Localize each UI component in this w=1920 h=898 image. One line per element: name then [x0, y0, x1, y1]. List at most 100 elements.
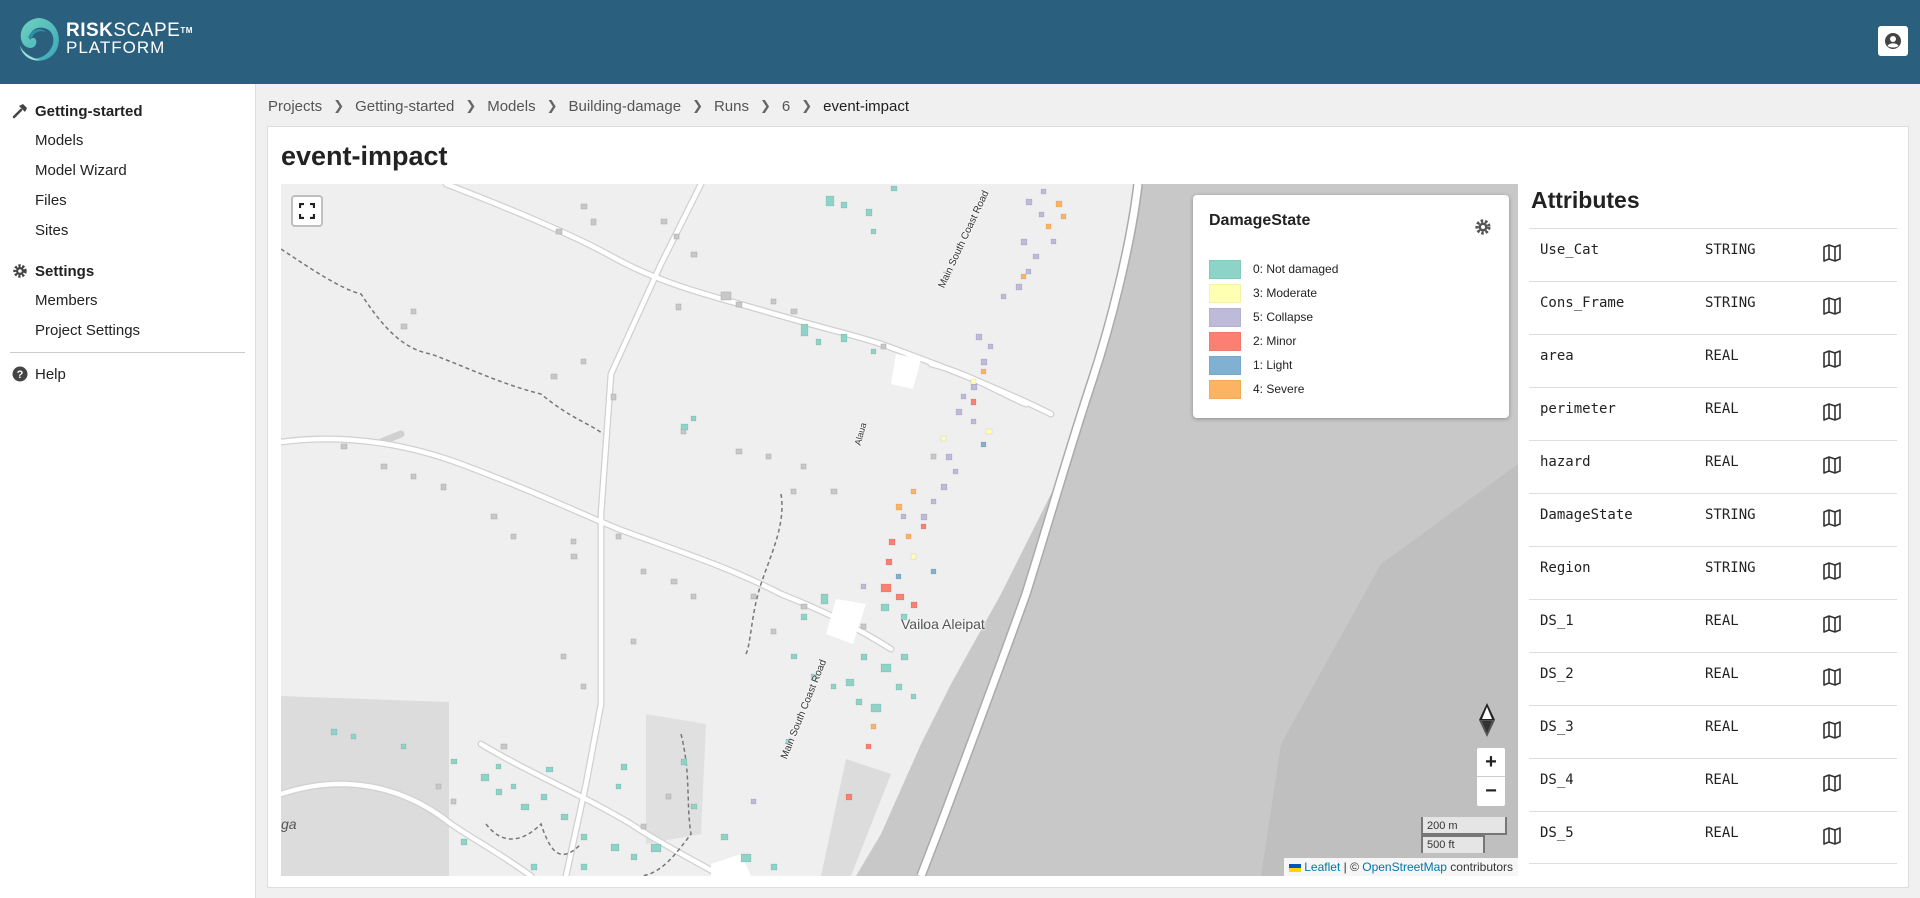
sidebar-section-settings[interactable]: Settings: [0, 256, 255, 286]
legend-entry: 5: Collapse: [1209, 305, 1338, 329]
attribute-type: STRING: [1705, 507, 1822, 523]
map-edge-label: ga: [281, 816, 297, 832]
legend-entry: 2: Minor: [1209, 329, 1338, 353]
leaflet-link[interactable]: Leaflet: [1304, 860, 1340, 874]
breadcrumb-projects[interactable]: Projects: [268, 98, 322, 115]
sidebar-divider: [10, 352, 245, 353]
place-label: Vailoa Aleipat: [901, 616, 985, 632]
chevron-right-icon: ❯: [692, 98, 703, 114]
attribute-type: STRING: [1705, 560, 1822, 576]
sidebar-item-files[interactable]: Files: [0, 186, 255, 216]
attribute-type: STRING: [1705, 242, 1822, 258]
attribute-name: perimeter: [1529, 401, 1705, 417]
openstreetmap-link[interactable]: OpenStreetMap: [1362, 860, 1447, 874]
attribute-row: RegionSTRING: [1529, 546, 1897, 599]
attribute-name: DS_3: [1529, 719, 1705, 735]
user-menu-button[interactable]: [1878, 26, 1908, 56]
logo-trademark: TM: [180, 26, 193, 35]
map-attribution: Leaflet | © OpenStreetMap contributors: [1284, 858, 1518, 876]
legend-swatch: [1209, 332, 1241, 351]
legend-list: 0: Not damaged 3: Moderate 5: Collapse 2: M…: [1209, 257, 1338, 401]
sidebar-item-help[interactable]: ? Help: [0, 359, 255, 389]
attribute-name: DamageState: [1529, 507, 1705, 523]
attribute-row: DamageStateSTRING: [1529, 493, 1897, 546]
breadcrumb-runs[interactable]: Runs: [714, 98, 749, 115]
sidebar-item-models[interactable]: Models: [0, 126, 255, 156]
attribute-row: DS_1REAL: [1529, 599, 1897, 652]
breadcrumb-current: event-impact: [823, 98, 909, 115]
page-title: event-impact: [281, 141, 448, 172]
sidebar-section-project[interactable]: Getting-started: [0, 96, 255, 126]
chevron-right-icon: ❯: [547, 98, 558, 114]
style-map-by-attribute-map-icon[interactable]: [1822, 509, 1842, 527]
style-map-by-attribute-map-icon[interactable]: [1822, 244, 1842, 262]
sidebar-item-sites[interactable]: Sites: [0, 216, 255, 246]
legend-entry: 0: Not damaged: [1209, 257, 1338, 281]
style-map-by-attribute-map-icon[interactable]: [1822, 774, 1842, 792]
attribute-row: DS_3REAL: [1529, 705, 1897, 758]
style-map-by-attribute-map-icon[interactable]: [1822, 403, 1842, 421]
style-map-by-attribute-map-icon[interactable]: [1822, 350, 1842, 368]
attribute-type: REAL: [1705, 719, 1822, 735]
breadcrumb-models[interactable]: Models: [487, 98, 535, 115]
north-arrow-icon[interactable]: [1479, 703, 1495, 737]
attribute-type: REAL: [1705, 825, 1822, 841]
legend-entry: 4: Severe: [1209, 377, 1338, 401]
legend-title: DamageState: [1209, 212, 1310, 230]
riskscape-logo[interactable]: RISKSCAPETM PLATFORM: [14, 16, 204, 66]
attribute-type: STRING: [1705, 295, 1822, 311]
chevron-right-icon: ❯: [801, 98, 812, 114]
style-map-by-attribute-map-icon[interactable]: [1822, 562, 1842, 580]
fullscreen-button[interactable]: [291, 195, 323, 227]
attribute-row: DS_5REAL: [1529, 811, 1897, 864]
breadcrumb: Projects ❯ Getting-started ❯ Models ❯ Bu…: [268, 95, 909, 117]
legend-label: 2: Minor: [1253, 334, 1296, 348]
attribute-name: DS_5: [1529, 825, 1705, 841]
attribute-name: DS_2: [1529, 666, 1705, 682]
breadcrumb-project[interactable]: Getting-started: [355, 98, 454, 115]
legend-panel: DamageState 0: Not damaged 3: Moderate 5: …: [1193, 195, 1509, 418]
help-icon: ?: [12, 366, 28, 382]
style-map-by-attribute-map-icon[interactable]: [1822, 297, 1842, 315]
legend-label: 0: Not damaged: [1253, 262, 1338, 276]
chevron-right-icon: ❯: [333, 98, 344, 114]
attribute-row: Cons_FrameSTRING: [1529, 281, 1897, 334]
legend-label: 1: Light: [1253, 358, 1292, 372]
attributes-panel: Attributes Use_CatSTRINGCons_FrameSTRING…: [1529, 184, 1897, 864]
map-view[interactable]: Main South Coast Road Main South Coast R…: [281, 184, 1518, 876]
legend-swatch: [1209, 380, 1241, 399]
style-map-by-attribute-map-icon[interactable]: [1822, 615, 1842, 633]
attribute-name: area: [1529, 348, 1705, 364]
style-map-by-attribute-map-icon[interactable]: [1822, 827, 1842, 845]
attribution-separator: | ©: [1340, 860, 1362, 874]
style-map-by-attribute-map-icon[interactable]: [1822, 721, 1842, 739]
legend-settings-gear-icon[interactable]: [1474, 218, 1492, 236]
sidebar-item-project-settings[interactable]: Project Settings: [0, 316, 255, 346]
attribute-row: DS_2REAL: [1529, 652, 1897, 705]
zoom-out-button[interactable]: −: [1477, 777, 1505, 806]
sidebar-item-members[interactable]: Members: [0, 286, 255, 316]
sidebar-item-model-wizard[interactable]: Model Wizard: [0, 156, 255, 186]
style-map-by-attribute-map-icon[interactable]: [1822, 668, 1842, 686]
scale-bar: 200 m 500 ft: [1421, 817, 1507, 853]
zoom-control: + −: [1475, 746, 1507, 808]
breadcrumb-model[interactable]: Building-damage: [568, 98, 681, 115]
legend-entry: 3: Moderate: [1209, 281, 1338, 305]
logo-word-platform: PLATFORM: [66, 39, 193, 56]
breadcrumb-run-id[interactable]: 6: [782, 98, 790, 115]
user-icon: [1884, 32, 1902, 50]
attribute-name: hazard: [1529, 454, 1705, 470]
attribute-name: Use_Cat: [1529, 242, 1705, 258]
attribute-row: hazardREAL: [1529, 440, 1897, 493]
attribute-type: REAL: [1705, 348, 1822, 364]
style-map-by-attribute-map-icon[interactable]: [1822, 456, 1842, 474]
zoom-in-button[interactable]: +: [1477, 748, 1505, 777]
top-bar: RISKSCAPETM PLATFORM: [0, 0, 1920, 84]
logo-mark-icon: [14, 16, 62, 64]
chevron-right-icon: ❯: [760, 98, 771, 114]
attribute-type: REAL: [1705, 454, 1822, 470]
legend-label: 3: Moderate: [1253, 286, 1317, 300]
sidebar-section-project-label: Getting-started: [35, 103, 143, 120]
attribution-tail: contributors: [1447, 860, 1513, 874]
gear-icon: [12, 263, 28, 279]
